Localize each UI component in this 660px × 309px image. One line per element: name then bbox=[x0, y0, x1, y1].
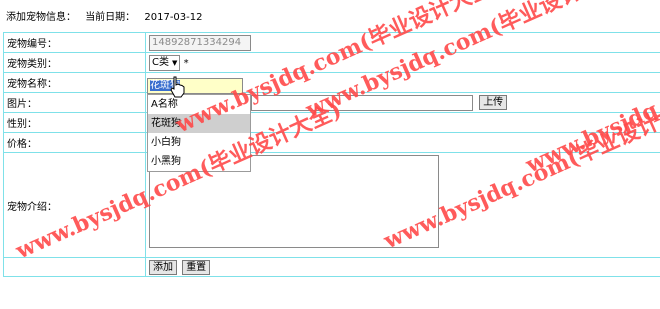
reset-button[interactable]: 重置 bbox=[182, 259, 211, 275]
required-mark: * bbox=[183, 57, 189, 69]
gender-label: 性别： bbox=[3, 112, 146, 133]
add-pet-form: 宠物编号： 14892871334294 宠物类别： C类 ▼ * 宠物名称： 图… bbox=[3, 32, 660, 277]
pet-id-label: 宠物编号： bbox=[3, 32, 146, 53]
date-value: 2017-03-12 bbox=[144, 12, 203, 23]
pet-type-select[interactable]: C类 ▼ bbox=[149, 54, 181, 71]
row-price: 价格： bbox=[3, 132, 660, 153]
autocomplete-dropdown: A名称 花斑狗 小白狗 小黑狗 bbox=[147, 94, 251, 172]
header-bar: 添加宠物信息： 当前日期： 2017-03-12 bbox=[6, 11, 209, 25]
description-label: 宠物介绍： bbox=[3, 152, 146, 258]
row-pet-type: 宠物类别： C类 ▼ * bbox=[3, 52, 660, 73]
pet-name-input[interactable]: 花斑狗 bbox=[147, 78, 243, 94]
image-label: 图片： bbox=[3, 92, 146, 113]
row-buttons: 添加 重置 bbox=[3, 257, 660, 277]
image-path-input[interactable] bbox=[251, 94, 473, 111]
add-button[interactable]: 添加 bbox=[149, 259, 177, 275]
buttons-label-cell bbox=[3, 257, 146, 277]
triangle-down-icon: ▼ bbox=[171, 58, 178, 67]
pet-id-cell: 14892871334294 bbox=[145, 32, 660, 53]
pet-type-value: C类 bbox=[152, 56, 169, 68]
row-description: 宠物介绍： bbox=[3, 152, 660, 258]
price-label: 价格： bbox=[3, 132, 146, 153]
autocomplete-option[interactable]: 小黑狗 bbox=[148, 152, 250, 171]
autocomplete-option[interactable]: A名称 bbox=[148, 95, 250, 114]
pet-id-input: 14892871334294 bbox=[149, 34, 251, 51]
row-image: 图片： 上传 bbox=[3, 92, 660, 113]
page-title: 添加宠物信息： bbox=[6, 12, 76, 23]
pet-type-cell: C类 ▼ * bbox=[145, 52, 660, 73]
row-pet-id: 宠物编号： 14892871334294 bbox=[3, 32, 660, 53]
hand-pointer-icon bbox=[170, 76, 185, 98]
row-pet-name: 宠物名称： bbox=[3, 72, 660, 93]
row-gender: 性别： bbox=[3, 112, 660, 133]
autocomplete-option[interactable]: 小白狗 bbox=[148, 133, 250, 152]
autocomplete-option[interactable]: 花斑狗 bbox=[148, 114, 250, 133]
pet-type-label: 宠物类别： bbox=[3, 52, 146, 73]
pet-name-label: 宠物名称： bbox=[3, 72, 146, 93]
date-label: 当前日期： bbox=[85, 12, 136, 23]
buttons-cell: 添加 重置 bbox=[145, 257, 660, 277]
upload-button[interactable]: 上传 bbox=[479, 95, 508, 110]
